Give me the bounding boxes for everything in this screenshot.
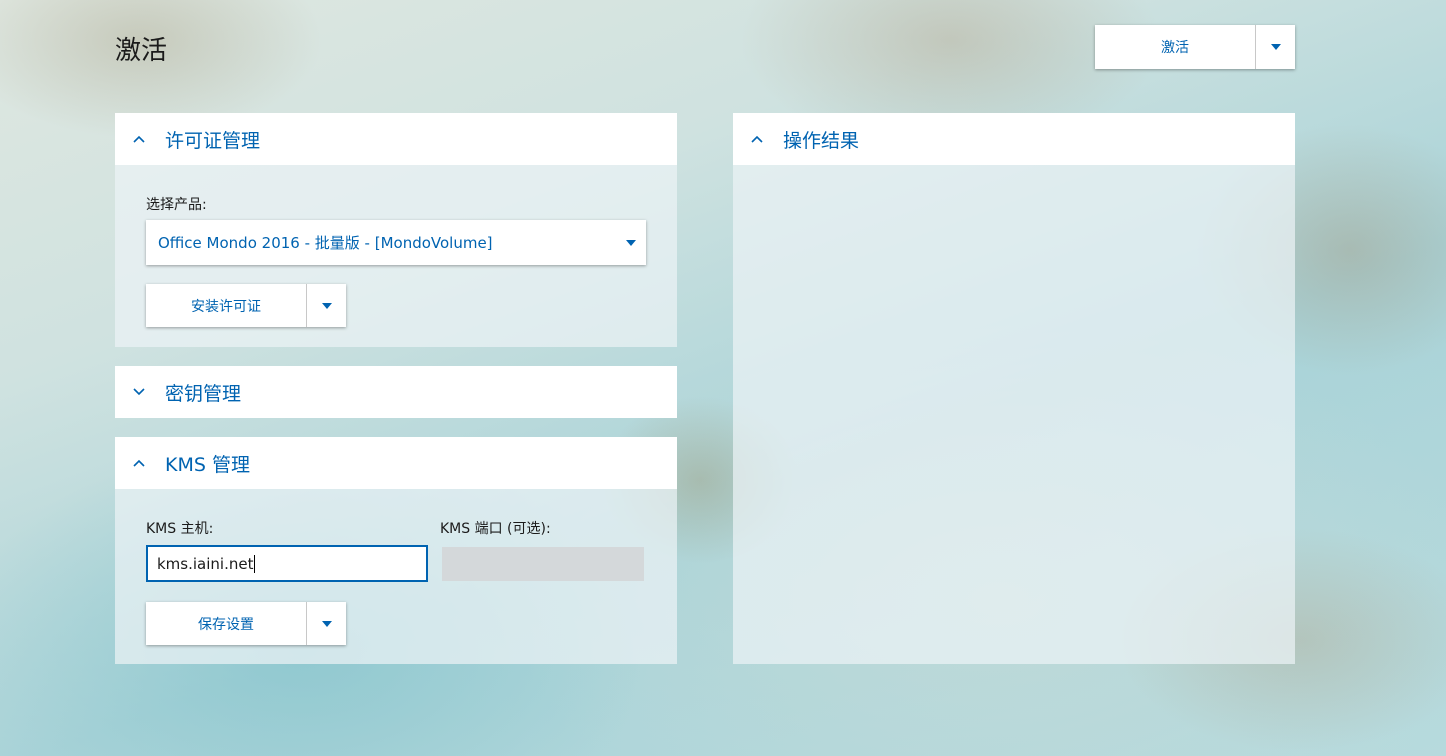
activate-button[interactable]: 激活 xyxy=(1095,25,1256,69)
save-settings-button[interactable]: 保存设置 xyxy=(146,602,307,645)
kms-port-input[interactable] xyxy=(442,547,644,581)
activate-dropdown-button[interactable] xyxy=(1256,25,1295,69)
caret-down-icon xyxy=(1270,44,1281,50)
caret-down-icon xyxy=(321,620,332,627)
activate-split-button: 激活 xyxy=(1095,25,1295,69)
chevron-down-icon xyxy=(115,388,163,396)
kms-panel: KMS 管理 KMS 主机: KMS 端口 (可选): kms.iaini.ne… xyxy=(115,437,677,664)
license-panel-title: 许可证管理 xyxy=(165,129,261,152)
result-panel: 操作结果 xyxy=(733,113,1295,664)
kms-port-label: KMS 端口 (可选): xyxy=(440,521,551,537)
kms-panel-header[interactable]: KMS 管理 xyxy=(115,437,677,489)
result-output-area[interactable] xyxy=(733,165,1295,664)
save-settings-dropdown-button[interactable] xyxy=(307,602,346,645)
select-product-label: 选择产品: xyxy=(146,197,207,213)
license-panel: 许可证管理 选择产品: Office Mondo 2016 - 批量版 - [M… xyxy=(115,113,677,347)
save-settings-split-button: 保存设置 xyxy=(146,602,346,645)
key-panel-header[interactable]: 密钥管理 xyxy=(115,366,677,418)
license-panel-header[interactable]: 许可证管理 xyxy=(115,113,677,165)
chevron-up-icon xyxy=(115,459,163,467)
kms-host-value: kms.iaini.net xyxy=(157,554,254,573)
product-select[interactable]: Office Mondo 2016 - 批量版 - [MondoVolume] xyxy=(146,220,646,265)
key-panel-title: 密钥管理 xyxy=(165,382,242,405)
result-panel-header[interactable]: 操作结果 xyxy=(733,113,1295,165)
install-license-split-button: 安装许可证 xyxy=(146,284,346,327)
caret-down-icon xyxy=(321,302,332,309)
chevron-up-icon xyxy=(733,135,781,143)
kms-panel-title: KMS 管理 xyxy=(165,453,250,476)
kms-host-label: KMS 主机: xyxy=(146,521,214,537)
result-panel-title: 操作结果 xyxy=(783,129,860,152)
chevron-up-icon xyxy=(115,135,163,143)
key-panel: 密钥管理 xyxy=(115,366,677,418)
install-license-button[interactable]: 安装许可证 xyxy=(146,284,307,327)
install-license-dropdown-button[interactable] xyxy=(307,284,346,327)
caret-down-icon xyxy=(616,239,646,246)
text-caret xyxy=(254,554,256,573)
page-title: 激活 xyxy=(115,36,168,66)
kms-host-input[interactable]: kms.iaini.net xyxy=(146,545,428,582)
product-select-value: Office Mondo 2016 - 批量版 - [MondoVolume] xyxy=(158,234,493,252)
